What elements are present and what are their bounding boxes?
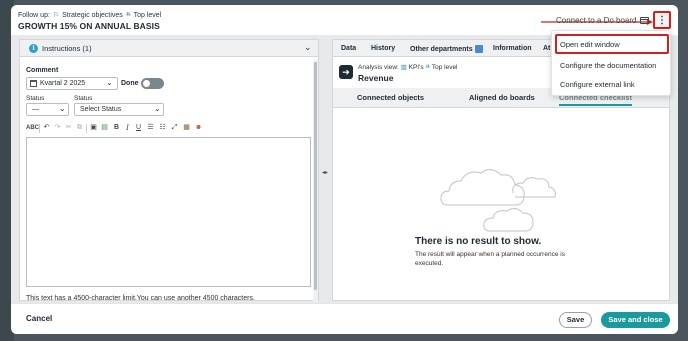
- period-select[interactable]: Kvartal 2 2025 ⌄: [26, 77, 118, 90]
- more-options-button[interactable]: ⋮: [653, 11, 671, 29]
- cut-icon[interactable]: ✂: [64, 123, 73, 133]
- flag-icon: ⚐: [52, 12, 60, 19]
- character-limit-text: This text has a 4500-character limit.You…: [26, 295, 255, 302]
- period-value: Kvartal 2 2025: [40, 80, 86, 87]
- fullscreen-icon[interactable]: ⤢: [170, 123, 179, 133]
- cancel-button[interactable]: Cancel: [26, 314, 52, 323]
- options-dropdown-menu: Open edit window Configure the documenta…: [551, 30, 671, 96]
- hierarchy-icon: ᚇ: [425, 64, 431, 71]
- toolbar-divider: [39, 124, 40, 133]
- image-icon[interactable]: ▦: [182, 123, 191, 133]
- comment-label: Comment: [26, 67, 59, 74]
- connect-do-board-link[interactable]: Connect to a Do board: [556, 16, 649, 25]
- grid-icon: [474, 45, 483, 53]
- toolbar-divider: [86, 124, 87, 133]
- chevron-down-icon[interactable]: ⌄: [304, 42, 312, 53]
- status-select[interactable]: Select Status ⌄: [74, 103, 164, 116]
- left-panel: i Instructions (1) ⌄ Comment Kvartal 2 2…: [19, 39, 319, 302]
- status-label-secondary: Status: [74, 95, 93, 102]
- done-label: Done: [121, 80, 139, 87]
- follow-up-breadcrumb: Follow up: ⚐ Strategic objectives ᚇ Top …: [18, 11, 161, 19]
- bold-icon[interactable]: B: [112, 123, 121, 133]
- analysis-level-link[interactable]: Top level: [432, 64, 458, 71]
- menu-item-configure-documentation[interactable]: Configure the documentation: [560, 61, 656, 70]
- tab-data[interactable]: Data: [341, 45, 356, 52]
- instructions-label: Instructions (1): [42, 44, 92, 53]
- save-and-close-button[interactable]: Save and close: [601, 312, 670, 328]
- follow-prefix: Follow up:: [18, 12, 50, 19]
- follow-link-strategic[interactable]: Strategic objectives: [62, 12, 123, 19]
- menu-item-open-edit-window[interactable]: Open edit window: [555, 34, 669, 54]
- calendar-icon: [30, 80, 37, 87]
- tab-more[interactable]: At: [543, 45, 550, 52]
- paste-icon[interactable]: ▣: [89, 123, 98, 133]
- tab-other-departments-label: Other departments: [410, 46, 473, 53]
- editor-toolbar: ABC ↶ ↷ ✂ ⧉ ▣ ▤ B I U ☰ ☷ ⤢ ▦ ☻: [26, 121, 316, 135]
- comment-editor[interactable]: [26, 137, 311, 287]
- tab-connected-objects[interactable]: Connected objects: [357, 93, 424, 102]
- instructions-accordion[interactable]: i Instructions (1) ⌄: [20, 40, 318, 57]
- empty-state-title: There is no result to show.: [415, 236, 542, 247]
- chevron-down-icon: ⌄: [59, 104, 66, 113]
- italic-icon[interactable]: I: [123, 123, 132, 133]
- spellcheck-icon[interactable]: ABC: [26, 123, 39, 133]
- done-toggle[interactable]: [141, 78, 164, 89]
- connect-label: Connect to a Do board: [556, 16, 637, 25]
- analysis-title: Revenue: [358, 73, 394, 83]
- redo-icon[interactable]: ↷: [53, 123, 62, 133]
- menu-item-label: Open edit window: [560, 40, 620, 49]
- underline-icon[interactable]: U: [134, 123, 143, 133]
- status-label: Status: [26, 95, 45, 102]
- scrollbar-thumb[interactable]: [314, 62, 317, 290]
- status-placeholder: Select Status: [80, 106, 122, 113]
- analysis-kpi-link[interactable]: KPI's: [409, 64, 424, 71]
- chevron-down-icon: ⌄: [106, 78, 113, 87]
- menu-item-configure-external-link[interactable]: Configure external link: [560, 80, 635, 89]
- analysis-view-breadcrumb: Analysis view: ▥ KPI's ᚇ Top level: [358, 63, 458, 71]
- empty-clouds-illustration: [440, 168, 556, 232]
- status-symbol-value: —: [32, 106, 39, 113]
- save-button[interactable]: Save: [559, 312, 592, 328]
- analysis-view-label: Analysis view:: [358, 64, 399, 71]
- chart-icon: ▥: [400, 64, 407, 71]
- user-icon[interactable]: ☻: [194, 123, 203, 133]
- tab-history[interactable]: History: [371, 45, 395, 52]
- panel-splitter-icon[interactable]: ◂▸: [322, 169, 330, 177]
- tab-information[interactable]: Information: [493, 45, 532, 52]
- status-symbol-select[interactable]: — ⌄: [26, 103, 69, 116]
- board-icon: [639, 17, 649, 24]
- numbered-list-icon[interactable]: ☰: [146, 123, 155, 133]
- follow-link-level[interactable]: Top level: [134, 12, 162, 19]
- hierarchy-icon: ᚇ: [125, 12, 131, 19]
- bullet-list-icon[interactable]: ☷: [158, 123, 167, 133]
- empty-state-subtitle: The result will appear when a planned oc…: [415, 251, 565, 267]
- info-icon: i: [29, 44, 38, 53]
- tab-aligned-do-boards[interactable]: Aligned do boards: [469, 93, 535, 102]
- chevron-down-icon: ⌄: [154, 104, 161, 113]
- modal-footer: Cancel Save Save and close: [11, 303, 678, 334]
- undo-icon[interactable]: ↶: [42, 123, 51, 133]
- tab-other-departments[interactable]: Other departments: [410, 45, 483, 53]
- modal-title: GROWTH 15% ON ANNUAL BASIS: [18, 21, 160, 31]
- arrow-right-circle-icon[interactable]: ➔: [339, 65, 353, 79]
- paste-word-icon[interactable]: ▤: [100, 123, 109, 133]
- copy-icon[interactable]: ⧉: [75, 123, 84, 133]
- left-scrollbar[interactable]: [313, 60, 318, 302]
